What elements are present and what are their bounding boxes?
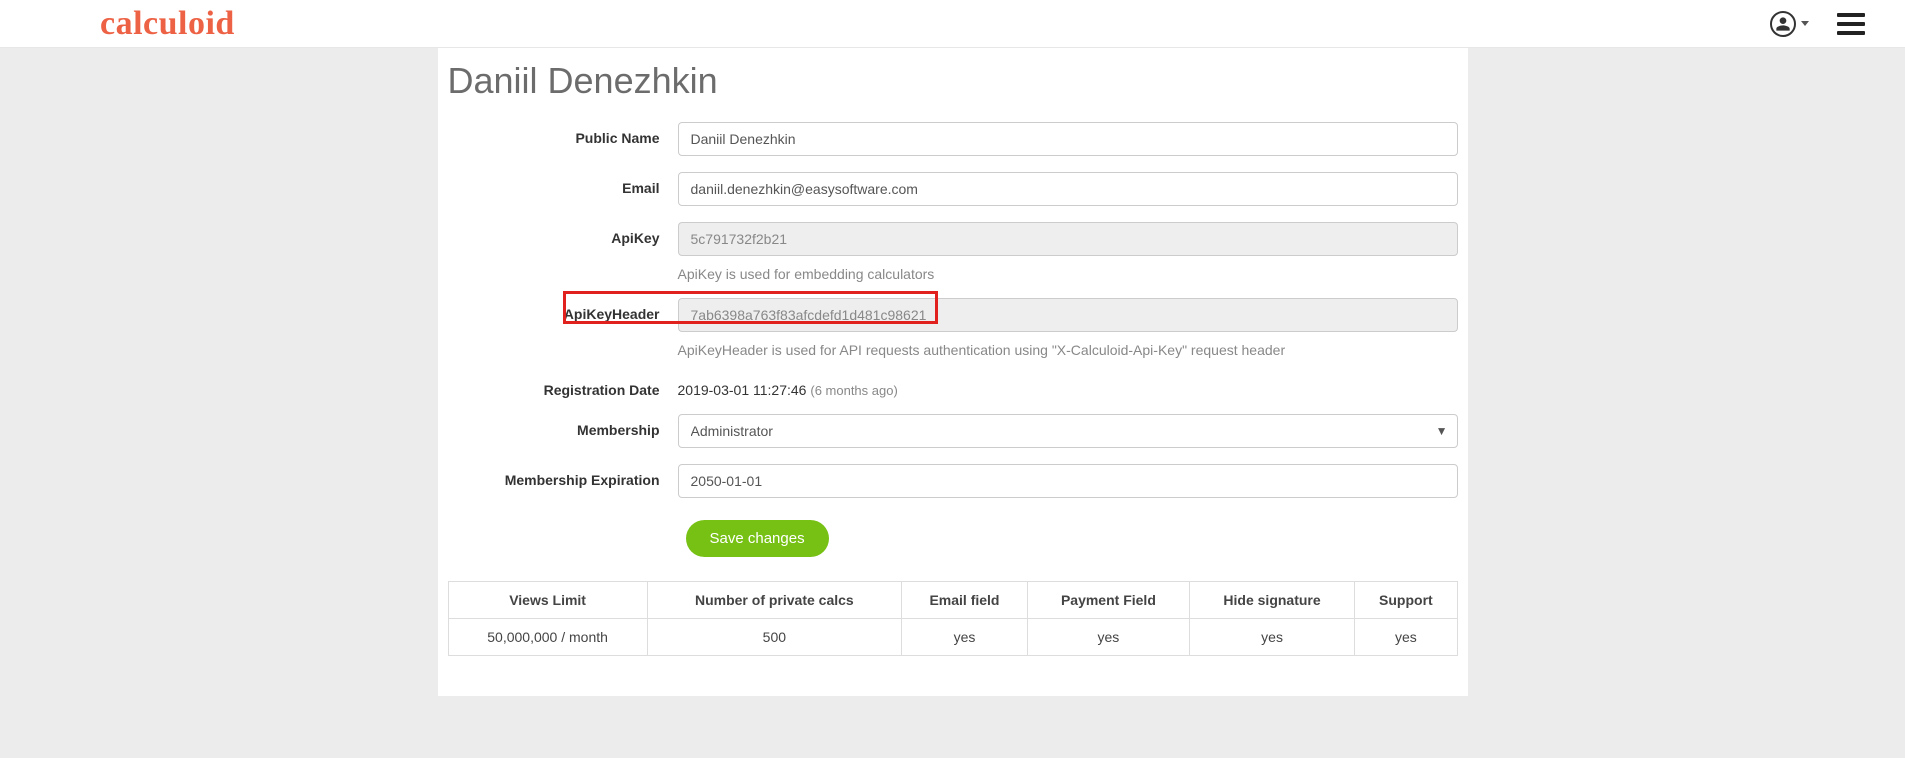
row-apikeyheader: ApiKeyHeader ApiKeyHeader is used for AP… [448,298,1458,358]
limits-table: Views Limit Number of private calcs Emai… [448,581,1458,656]
row-public-name: Public Name [448,122,1458,156]
save-button[interactable]: Save changes [686,520,829,557]
apikeyheader-help: ApiKeyHeader is used for API requests au… [678,342,1458,358]
apikeyheader-input [678,298,1458,332]
hamburger-menu[interactable] [1837,13,1865,35]
topbar-right [1770,11,1865,37]
label-apikey: ApiKey [448,222,678,246]
caret-down-icon [1801,21,1809,26]
user-menu[interactable] [1770,11,1809,37]
col-support: Support [1355,582,1457,619]
label-membership: Membership [448,414,678,438]
label-public-name: Public Name [448,122,678,146]
col-views-limit: Views Limit [448,582,647,619]
registration-date-ago: (6 months ago) [810,383,897,398]
row-membership: Membership Administrator ▼ [448,414,1458,448]
cell-hide-signature: yes [1189,619,1354,656]
membership-expiration-input[interactable] [678,464,1458,498]
label-membership-expiration: Membership Expiration [448,464,678,488]
cell-payment-field: yes [1027,619,1189,656]
col-private-calcs: Number of private calcs [647,582,901,619]
cell-support: yes [1355,619,1457,656]
membership-select[interactable]: Administrator [678,414,1458,448]
col-email-field: Email field [902,582,1028,619]
label-apikeyheader: ApiKeyHeader [448,298,678,322]
row-registration-date: Registration Date 2019-03-01 11:27:46 (6… [448,374,1458,398]
cell-private-calcs: 500 [647,619,901,656]
apikey-help: ApiKey is used for embedding calculators [678,266,1458,282]
row-membership-expiration: Membership Expiration [448,464,1458,498]
label-email: Email [448,172,678,196]
cell-views-limit: 50,000,000 / month [448,619,647,656]
top-bar: calculoid [0,0,1905,48]
col-payment-field: Payment Field [1027,582,1189,619]
table-row: 50,000,000 / month 500 yes yes yes yes [448,619,1457,656]
content-panel: Daniil Denezhkin Public Name Email ApiKe… [438,48,1468,696]
email-input[interactable] [678,172,1458,206]
label-registration-date: Registration Date [448,374,678,398]
page-title: Daniil Denezhkin [438,48,1468,122]
registration-date-value: 2019-03-01 11:27:46 (6 months ago) [678,374,1458,398]
save-wrap: Save changes [686,514,1468,581]
public-name-input[interactable] [678,122,1458,156]
user-icon [1770,11,1796,37]
row-email: Email [448,172,1458,206]
cell-email-field: yes [902,619,1028,656]
page-wrap: Daniil Denezhkin Public Name Email ApiKe… [0,48,1905,696]
col-hide-signature: Hide signature [1189,582,1354,619]
row-apikey: ApiKey ApiKey is used for embedding calc… [448,222,1458,282]
registration-date-text: 2019-03-01 11:27:46 [678,382,807,398]
brand-logo[interactable]: calculoid [100,5,235,43]
apikey-input [678,222,1458,256]
table-header-row: Views Limit Number of private calcs Emai… [448,582,1457,619]
